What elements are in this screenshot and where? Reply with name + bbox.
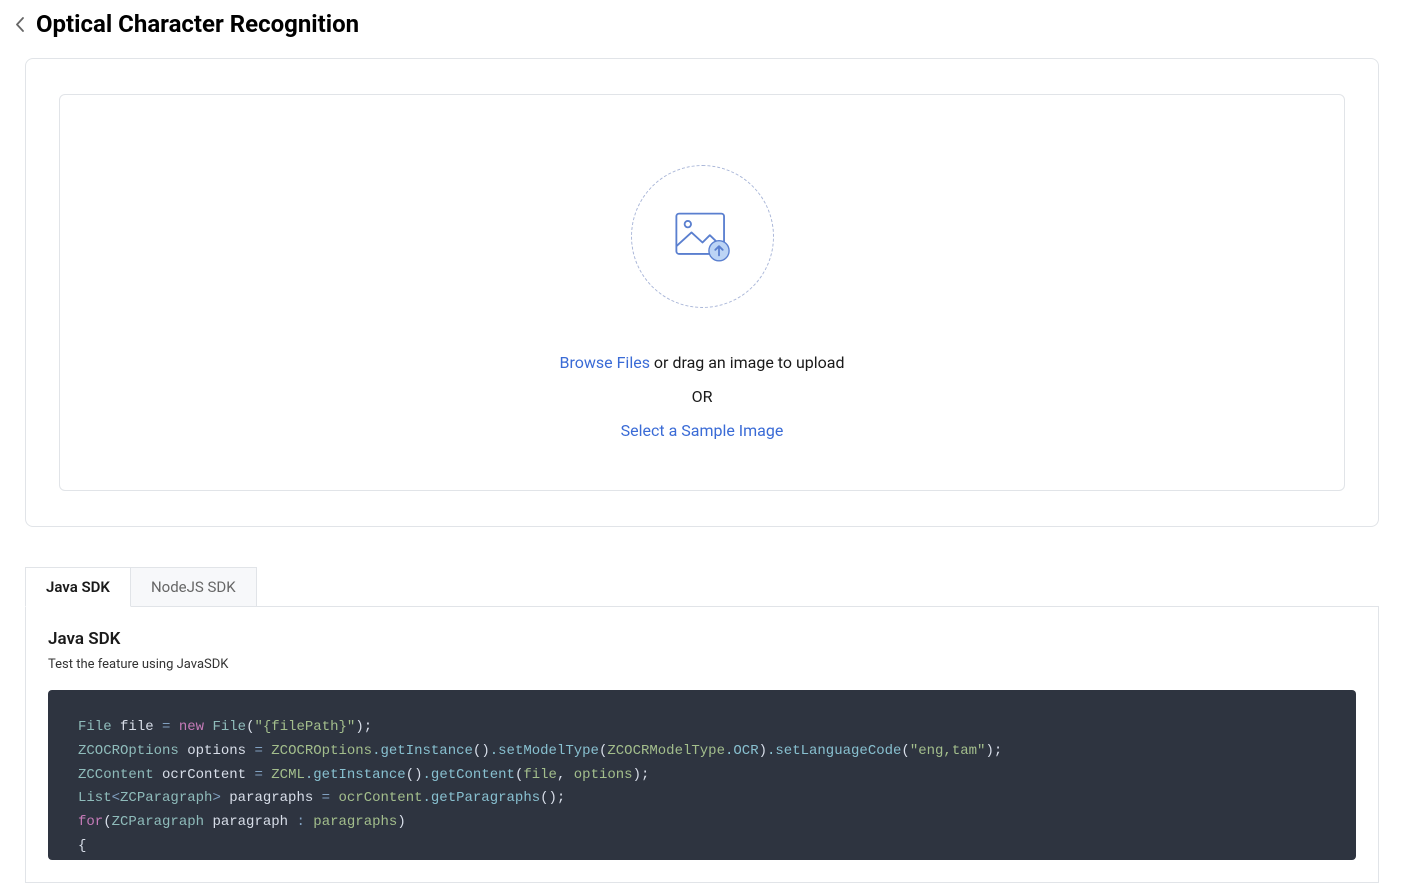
- code-line-1: File file = new File("{filePath}");: [78, 716, 1326, 740]
- sample-image-link[interactable]: Select a Sample Image: [621, 421, 784, 440]
- page-title: Optical Character Recognition: [36, 10, 359, 38]
- code-block: File file = new File("{filePath}"); ZCOC…: [48, 690, 1356, 860]
- sdk-desc: Test the feature using JavaSDK: [48, 657, 1356, 672]
- tab-java-sdk[interactable]: Java SDK: [25, 567, 131, 607]
- code-line-2: ZCOCROptions options = ZCOCROptions.getI…: [78, 740, 1326, 764]
- or-divider: OR: [692, 387, 713, 406]
- upload-panel: Browse Files or drag an image to upload …: [25, 58, 1379, 527]
- dropzone-text: Browse Files or drag an image to upload: [559, 353, 844, 372]
- sdk-tabs: Java SDK NodeJS SDK: [25, 567, 1379, 607]
- code-line-7: List<ZCLine> paraLines = paragraph.lines…: [78, 859, 1326, 860]
- code-line-5: for(ZCParagraph paragraph : paragraphs): [78, 811, 1326, 835]
- upload-circle: [631, 165, 774, 308]
- image-upload-icon: [675, 212, 730, 262]
- code-line-6: {: [78, 835, 1326, 859]
- tab-content: Java SDK Test the feature using JavaSDK …: [25, 606, 1379, 883]
- code-line-4: List<ZCParagraph> paragraphs = ocrConten…: [78, 787, 1326, 811]
- dropzone[interactable]: Browse Files or drag an image to upload …: [59, 94, 1345, 491]
- code-line-3: ZCContent ocrContent = ZCML.getInstance(…: [78, 764, 1326, 788]
- back-icon[interactable]: [10, 15, 28, 33]
- browse-files-link[interactable]: Browse Files: [559, 353, 649, 372]
- tab-nodejs-sdk[interactable]: NodeJS SDK: [131, 567, 257, 607]
- drag-suffix: or drag an image to upload: [650, 353, 845, 372]
- sdk-title: Java SDK: [48, 629, 1356, 649]
